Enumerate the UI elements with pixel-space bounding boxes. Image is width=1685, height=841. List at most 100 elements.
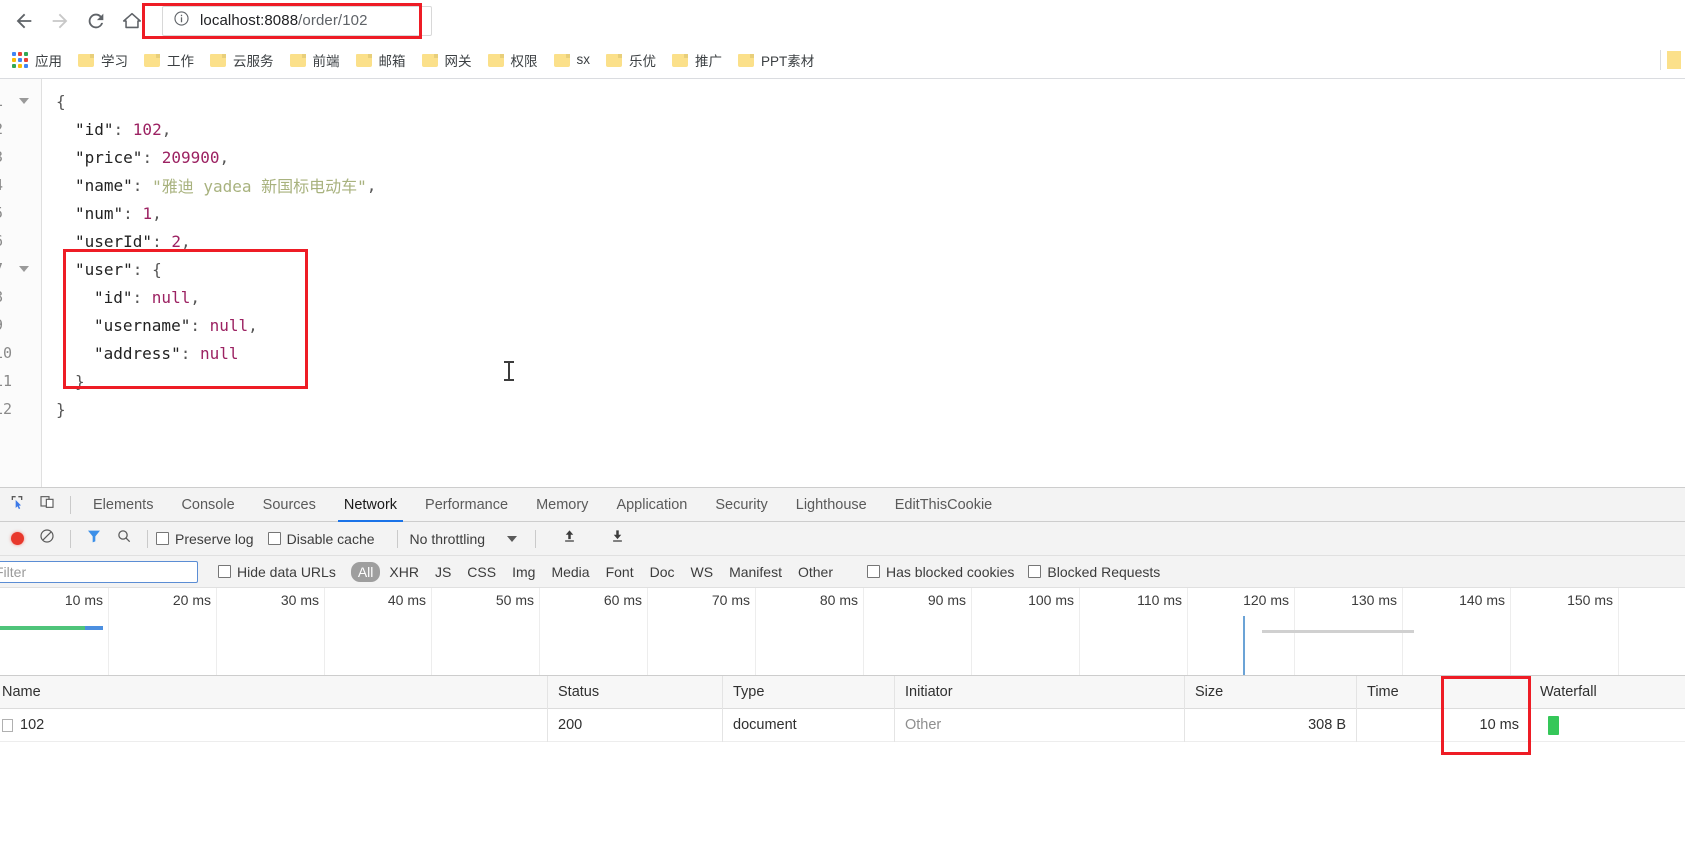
resource-filter-css[interactable]: CSS <box>460 562 503 582</box>
has-blocked-cookies-checkbox[interactable]: Has blocked cookies <box>867 564 1014 580</box>
clear-button[interactable] <box>32 525 62 553</box>
column-header-size[interactable]: Size <box>1185 676 1357 709</box>
timeline-gridline <box>539 588 540 675</box>
record-button[interactable] <box>2 525 32 553</box>
filter-toggle-button[interactable] <box>79 525 109 553</box>
json-token-key: "num" <box>75 204 123 223</box>
cell-type: document <box>723 709 895 742</box>
search-button[interactable] <box>109 525 139 553</box>
tab-performance[interactable]: Performance <box>411 488 522 522</box>
json-token-colon: : <box>133 260 152 279</box>
document-icon <box>2 719 13 732</box>
bookmark-item[interactable]: sx <box>546 46 599 74</box>
collapse-triangle-icon[interactable] <box>19 98 29 104</box>
resource-filter-js[interactable]: JS <box>428 562 458 582</box>
json-token-punc: , <box>181 232 191 251</box>
folder-icon <box>738 53 754 67</box>
column-header-waterfall[interactable]: Waterfall <box>1530 676 1680 709</box>
bookmark-item[interactable]: 学习 <box>70 46 136 74</box>
resource-filter-img[interactable]: Img <box>505 562 542 582</box>
gutter-row: 7 <box>0 255 41 283</box>
json-token-key: "username" <box>94 316 190 335</box>
cell-name[interactable]: 102 <box>0 709 548 742</box>
inspect-element-button[interactable] <box>2 491 32 519</box>
column-header-name[interactable]: Name <box>0 676 548 709</box>
bookmark-label: 前端 <box>313 50 340 70</box>
column-header-initiator[interactable]: Initiator <box>895 676 1185 709</box>
bookmark-item[interactable]: PPT素材 <box>730 46 822 74</box>
bookmark-label: 乐优 <box>629 50 656 70</box>
tab-application[interactable]: Application <box>602 488 701 522</box>
column-header-time[interactable]: Time <box>1357 676 1530 709</box>
disable-cache-checkbox[interactable]: Disable cache <box>268 531 375 547</box>
resource-filter-media[interactable]: Media <box>544 562 596 582</box>
gutter-row: 12 <box>0 395 41 423</box>
preserve-log-label: Preserve log <box>175 531 254 547</box>
filter-input[interactable]: Filter <box>0 561 198 583</box>
preserve-log-checkbox[interactable]: Preserve log <box>156 531 254 547</box>
json-line: "address": null <box>42 339 1685 367</box>
hide-data-urls-checkbox[interactable]: Hide data URLs <box>218 564 336 580</box>
json-token-punc: , <box>248 316 258 335</box>
tab-lighthouse[interactable]: Lighthouse <box>782 488 881 522</box>
inspect-element-icon <box>9 494 25 515</box>
bookmark-apps[interactable]: 应用 <box>4 46 70 74</box>
resource-filter-other[interactable]: Other <box>791 562 840 582</box>
resource-filter-doc[interactable]: Doc <box>643 562 682 582</box>
gutter-row: 8 <box>0 283 41 311</box>
bookmark-item[interactable]: 前端 <box>282 46 348 74</box>
bookmark-item[interactable]: 乐优 <box>598 46 664 74</box>
collapse-triangle-icon[interactable] <box>19 266 29 272</box>
bookmark-item[interactable]: 云服务 <box>202 46 282 74</box>
tab-console[interactable]: Console <box>167 488 248 522</box>
bookmark-apps-label: 应用 <box>35 50 62 70</box>
column-header-type[interactable]: Type <box>723 676 895 709</box>
json-token-str: "雅迪 yadea 新国标电动车" <box>152 173 367 197</box>
reload-button[interactable] <box>78 3 114 39</box>
resource-filter-manifest[interactable]: Manifest <box>722 562 789 582</box>
bookmark-label: PPT素材 <box>761 50 814 70</box>
column-header-status[interactable]: Status <box>548 676 723 709</box>
bookmark-item[interactable]: 权限 <box>480 46 546 74</box>
tab-sources[interactable]: Sources <box>249 488 330 522</box>
cell-initiator[interactable]: Other <box>895 709 1185 742</box>
bookmark-item[interactable]: 网关 <box>414 46 480 74</box>
line-number: 12 <box>0 400 12 418</box>
device-toolbar-button[interactable] <box>32 491 62 519</box>
blocked-requests-checkbox[interactable]: Blocked Requests <box>1028 564 1160 580</box>
throttling-dropdown[interactable]: No throttling <box>410 531 517 547</box>
json-token-num: 2 <box>171 232 181 251</box>
network-overview-timeline[interactable]: 10 ms20 ms30 ms40 ms50 ms60 ms70 ms80 ms… <box>0 588 1685 676</box>
forward-button[interactable] <box>42 3 78 39</box>
address-bar[interactable]: localhost:8088/order/102 <box>162 6 432 36</box>
timeline-gridline <box>755 588 756 675</box>
tab-label: Security <box>715 497 767 513</box>
bookmark-overflow-folder-icon[interactable] <box>1667 51 1681 69</box>
timeline-tick-label: 40 ms <box>388 592 431 608</box>
apps-grid-icon <box>12 52 28 68</box>
json-token-punc: , <box>220 148 230 167</box>
resource-filter-xhr[interactable]: XHR <box>382 562 426 582</box>
tab-elements[interactable]: Elements <box>79 488 167 522</box>
tab-editthiscookie[interactable]: EditThisCookie <box>881 488 1007 522</box>
bookmark-item[interactable]: 工作 <box>136 46 202 74</box>
devtools-tabbar: ElementsConsoleSourcesNetworkPerformance… <box>0 488 1685 522</box>
line-number: 3 <box>0 148 3 166</box>
export-har-button[interactable] <box>602 525 632 553</box>
resource-filter-ws[interactable]: WS <box>684 562 721 582</box>
tab-security[interactable]: Security <box>701 488 781 522</box>
bookmark-item[interactable]: 邮箱 <box>348 46 414 74</box>
back-button[interactable] <box>6 3 42 39</box>
home-button[interactable] <box>114 3 150 39</box>
resource-filter-all[interactable]: All <box>351 562 381 582</box>
timeline-gridline <box>108 588 109 675</box>
import-har-button[interactable] <box>554 525 584 553</box>
bookmark-item[interactable]: 推广 <box>664 46 730 74</box>
json-content: {"id": 102,"price": 209900,"name": "雅迪 y… <box>42 79 1685 487</box>
waterfall-bar <box>1548 716 1559 735</box>
info-circle-icon[interactable] <box>173 10 190 32</box>
tab-network[interactable]: Network <box>330 488 411 522</box>
resource-filter-font[interactable]: Font <box>599 562 641 582</box>
table-row[interactable]: 102200documentOther308 B10 ms <box>0 709 1685 742</box>
tab-memory[interactable]: Memory <box>522 488 602 522</box>
